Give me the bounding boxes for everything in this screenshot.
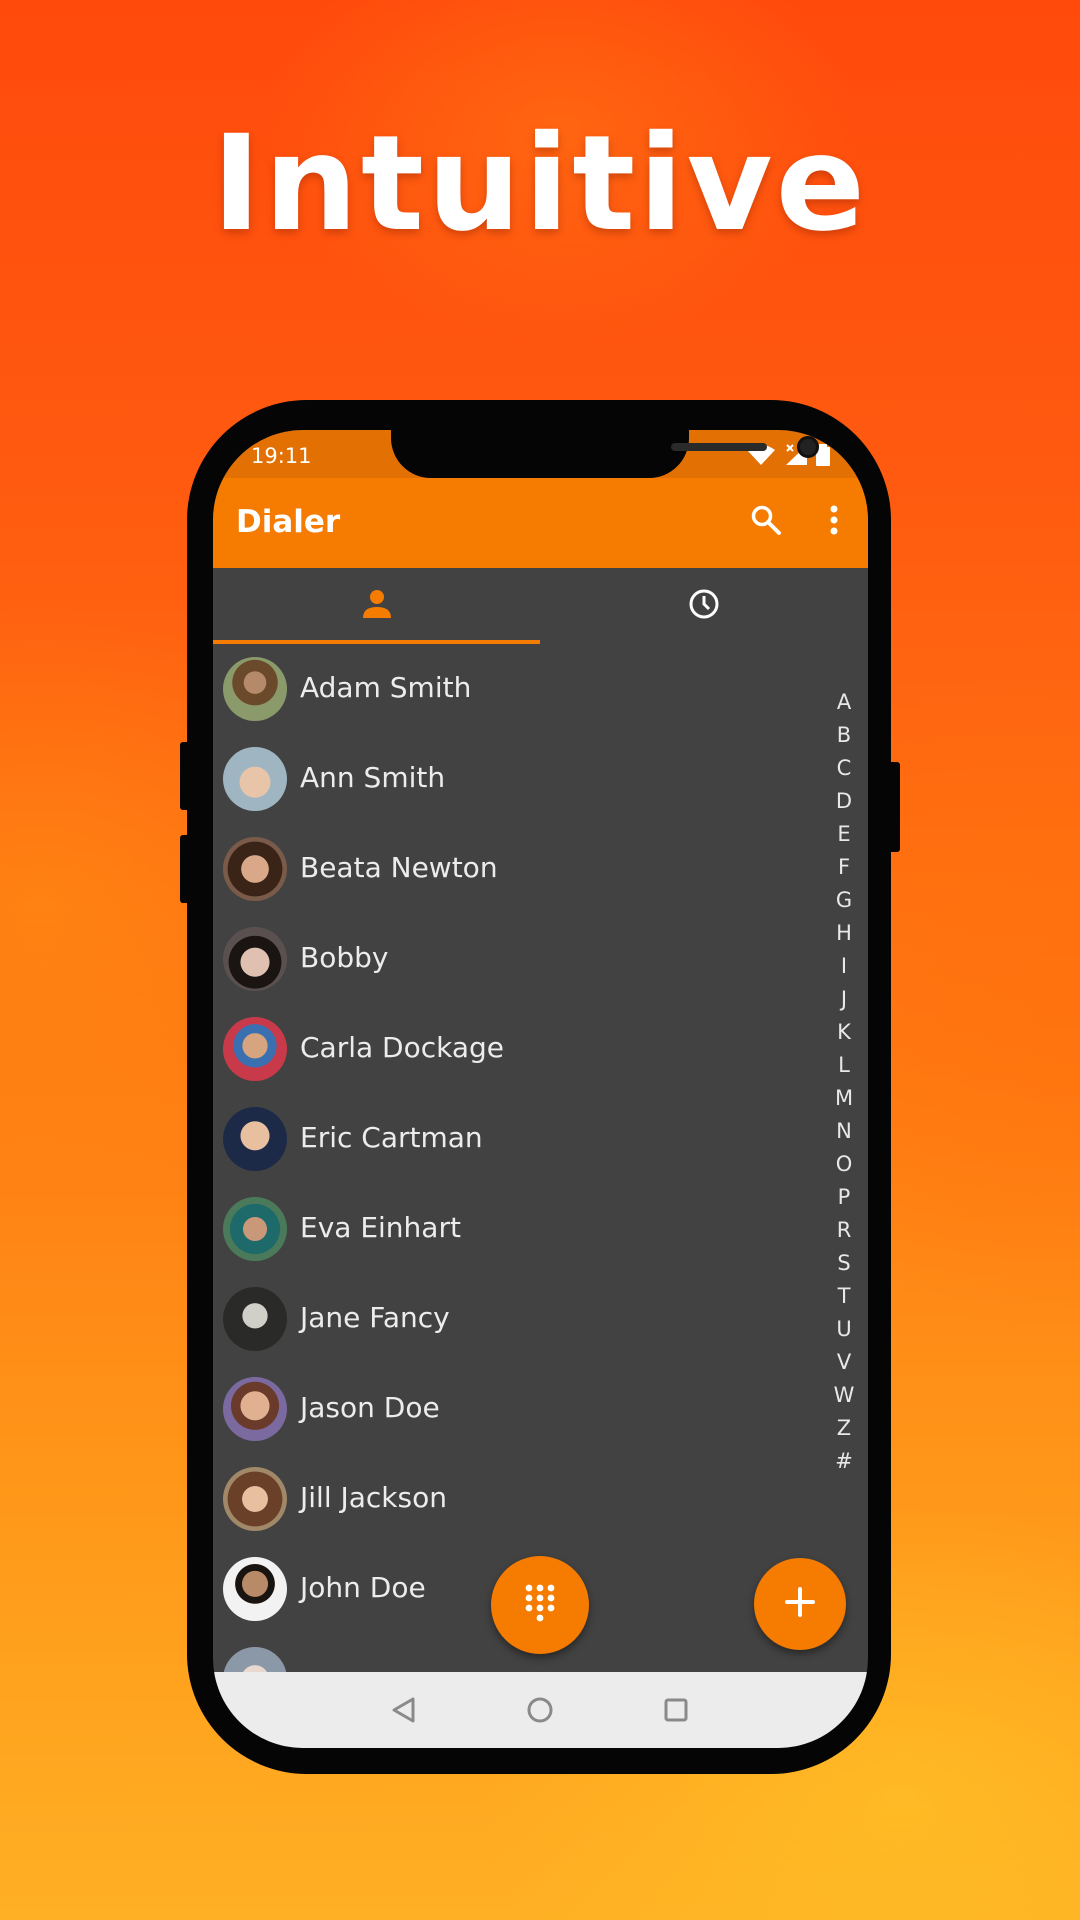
avatar bbox=[223, 837, 287, 901]
volume-down-button bbox=[180, 835, 192, 903]
contact-name: Ann Smith bbox=[300, 761, 446, 794]
speaker-grille bbox=[671, 443, 767, 451]
contact-name: Jason Doe bbox=[300, 1391, 440, 1424]
alphabet-letter[interactable]: O bbox=[828, 1148, 860, 1181]
alphabet-letter[interactable]: P bbox=[828, 1181, 860, 1214]
avatar bbox=[223, 1557, 287, 1621]
contact-row[interactable]: Adam Smith bbox=[213, 644, 813, 734]
plus-icon bbox=[784, 1586, 816, 1622]
contact-row[interactable]: Ann Smith bbox=[213, 734, 813, 824]
add-contact-button[interactable] bbox=[754, 1558, 846, 1650]
avatar bbox=[223, 747, 287, 811]
alphabet-letter[interactable]: A bbox=[828, 686, 860, 719]
power-button bbox=[888, 762, 900, 852]
contact-row[interactable]: Eva Einhart bbox=[213, 1184, 813, 1274]
phone-screen: 19:11 Dialer Adam Smith Ann Smith Beata … bbox=[213, 430, 868, 1748]
volume-up-button bbox=[180, 742, 192, 810]
avatar bbox=[223, 1287, 287, 1351]
avatar bbox=[223, 1107, 287, 1171]
alphabet-letter[interactable]: M bbox=[828, 1082, 860, 1115]
search-icon[interactable] bbox=[744, 498, 788, 542]
recents-icon[interactable] bbox=[658, 1692, 694, 1728]
alphabet-letter[interactable]: S bbox=[828, 1247, 860, 1280]
app-title: Dialer bbox=[236, 504, 341, 540]
alphabet-letter[interactable]: R bbox=[828, 1214, 860, 1247]
home-icon[interactable] bbox=[522, 1692, 558, 1728]
dialpad-button[interactable] bbox=[491, 1556, 589, 1654]
status-time: 19:11 bbox=[251, 444, 312, 468]
headline: Intuitive bbox=[211, 107, 869, 261]
tab-contacts[interactable] bbox=[213, 568, 540, 644]
contact-name: Jill Jackson bbox=[300, 1481, 447, 1514]
alphabet-letter[interactable]: C bbox=[828, 752, 860, 785]
avatar bbox=[223, 927, 287, 991]
alphabet-letter[interactable]: L bbox=[828, 1049, 860, 1082]
contact-row[interactable]: Beata Newton bbox=[213, 824, 813, 914]
alphabet-letter[interactable]: # bbox=[828, 1445, 860, 1478]
contact-name: Eric Cartman bbox=[300, 1121, 483, 1154]
back-icon[interactable] bbox=[386, 1692, 422, 1728]
alphabet-letter[interactable]: V bbox=[828, 1346, 860, 1379]
alphabet-letter[interactable]: D bbox=[828, 785, 860, 818]
alphabet-scroller[interactable]: A B C D E F G H I J K L M N O P R S T U … bbox=[828, 686, 860, 1478]
alphabet-letter[interactable]: B bbox=[828, 719, 860, 752]
avatar bbox=[223, 1467, 287, 1531]
navigation-bar bbox=[213, 1672, 868, 1748]
avatar bbox=[223, 1377, 287, 1441]
contact-row[interactable]: Eric Cartman bbox=[213, 1094, 813, 1184]
alphabet-letter[interactable]: U bbox=[828, 1313, 860, 1346]
contact-name: Eva Einhart bbox=[300, 1211, 461, 1244]
alphabet-letter[interactable]: F bbox=[828, 851, 860, 884]
front-camera bbox=[797, 436, 819, 458]
tab-recents[interactable] bbox=[540, 568, 867, 644]
tab-bar bbox=[213, 568, 868, 644]
avatar bbox=[223, 1017, 287, 1081]
alphabet-letter[interactable]: H bbox=[828, 917, 860, 950]
alphabet-letter[interactable]: I bbox=[828, 950, 860, 983]
more-vert-icon[interactable] bbox=[812, 498, 856, 542]
contact-name: John Doe bbox=[300, 1571, 426, 1604]
contact-row[interactable]: Jason Doe bbox=[213, 1364, 813, 1454]
contact-name: Carla Dockage bbox=[300, 1031, 505, 1064]
contact-name: Adam Smith bbox=[300, 671, 472, 704]
contact-name: Jane Fancy bbox=[300, 1301, 450, 1334]
contact-name: Bobby bbox=[300, 941, 389, 974]
alphabet-letter[interactable]: E bbox=[828, 818, 860, 851]
contact-row[interactable]: Carla Dockage bbox=[213, 1004, 813, 1094]
alphabet-letter[interactable]: J bbox=[828, 983, 860, 1016]
avatar bbox=[223, 1197, 287, 1261]
alphabet-letter[interactable]: N bbox=[828, 1115, 860, 1148]
app-bar: Dialer bbox=[213, 478, 868, 568]
contact-name: Beata Newton bbox=[300, 851, 498, 884]
alphabet-letter[interactable]: W bbox=[828, 1379, 860, 1412]
contact-row[interactable]: Bobby bbox=[213, 914, 813, 1004]
clock-icon bbox=[688, 588, 720, 624]
camera-notch bbox=[391, 430, 819, 478]
avatar bbox=[223, 657, 287, 721]
contact-row[interactable]: Jill Jackson bbox=[213, 1454, 813, 1544]
alphabet-letter[interactable]: K bbox=[828, 1016, 860, 1049]
alphabet-letter[interactable]: G bbox=[828, 884, 860, 917]
dialpad-icon bbox=[523, 1583, 557, 1627]
person-icon bbox=[361, 588, 393, 624]
contact-row[interactable]: Jane Fancy bbox=[213, 1274, 813, 1364]
alphabet-letter[interactable]: Z bbox=[828, 1412, 860, 1445]
alphabet-letter[interactable]: T bbox=[828, 1280, 860, 1313]
